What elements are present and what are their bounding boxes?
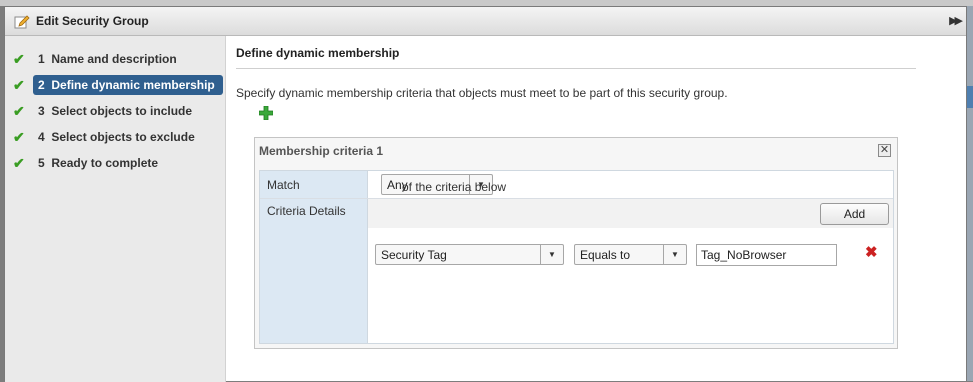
chevron-down-icon[interactable]: ▼: [540, 245, 563, 264]
red-x-remove-icon[interactable]: ✖: [865, 245, 878, 261]
chevron-down-icon[interactable]: ▼: [663, 245, 686, 264]
section-title: Define dynamic membership: [236, 46, 400, 60]
close-x-icon[interactable]: ✕: [878, 144, 891, 157]
checkmark-icon: ✔: [13, 103, 25, 119]
dialog-titlebar[interactable]: Edit Security Group ▶▶: [5, 7, 966, 36]
wizard-step-ready-to-complete[interactable]: ✔ 5 Ready to complete: [11, 153, 221, 173]
step-number: 3: [38, 104, 45, 118]
membership-criteria-panel: Membership criteria 1 ✕ Match Any ▼ of t…: [254, 137, 898, 349]
step-label: Ready to complete: [51, 156, 159, 170]
background-window-edge: [967, 6, 973, 381]
attribute-select[interactable]: Security Tag ▼: [375, 244, 564, 265]
criteria-label-column: [260, 171, 368, 343]
checkmark-icon: ✔: [13, 51, 25, 67]
step-label: Define dynamic membership: [51, 78, 215, 92]
wizard-step-select-objects-to-include[interactable]: ✔ 3 Select objects to include: [11, 101, 221, 121]
wizard-steps-sidebar: ✔ 1 Name and description ✔ 2 Define dyna…: [5, 36, 226, 382]
step-number: 1: [38, 52, 45, 66]
wizard-step-select-objects-to-exclude[interactable]: ✔ 4 Select objects to exclude: [11, 127, 221, 147]
criteria-value-input[interactable]: [696, 244, 837, 266]
match-label: Match: [267, 178, 300, 192]
step-label: Select objects to include: [51, 104, 193, 118]
add-criteria-button[interactable]: Add: [820, 203, 889, 225]
step-number: 5: [38, 156, 45, 170]
match-suffix-text: of the criteria below: [402, 180, 507, 194]
operator-select[interactable]: Equals to ▼: [574, 244, 687, 265]
main-content: Define dynamic membership Specify dynami…: [226, 36, 966, 382]
dialog-title: Edit Security Group: [36, 14, 149, 28]
step-number: 4: [38, 130, 45, 144]
wizard-step-name-and-description[interactable]: ✔ 1 Name and description: [11, 49, 221, 69]
step-number: 2: [38, 78, 45, 92]
checkmark-icon: ✔: [13, 77, 25, 93]
criteria-panel-title: Membership criteria 1: [259, 144, 384, 158]
section-description: Specify dynamic membership criteria that…: [236, 86, 728, 100]
checkmark-icon: ✔: [13, 129, 25, 145]
green-plus-icon[interactable]: [259, 106, 273, 120]
criteria-details-label: Criteria Details: [267, 204, 346, 218]
attribute-select-value: Security Tag: [381, 248, 447, 262]
double-chevron-right-icon[interactable]: ▶▶: [949, 14, 963, 27]
criteria-grid: Match Any ▼ of the criteria below Criter…: [259, 170, 894, 344]
criteria-details-toolbar: [368, 199, 893, 228]
edit-pencil-icon: [14, 15, 30, 29]
wizard-step-define-dynamic-membership[interactable]: ✔ 2 Define dynamic membership: [11, 75, 223, 95]
operator-select-value: Equals to: [580, 248, 631, 262]
step-label: Name and description: [51, 52, 177, 66]
section-divider: [236, 68, 916, 69]
step-label: Select objects to exclude: [51, 130, 195, 144]
checkmark-icon: ✔: [13, 155, 25, 171]
edit-security-group-dialog: Edit Security Group ▶▶ ✔ 1 Name and desc…: [4, 6, 967, 382]
